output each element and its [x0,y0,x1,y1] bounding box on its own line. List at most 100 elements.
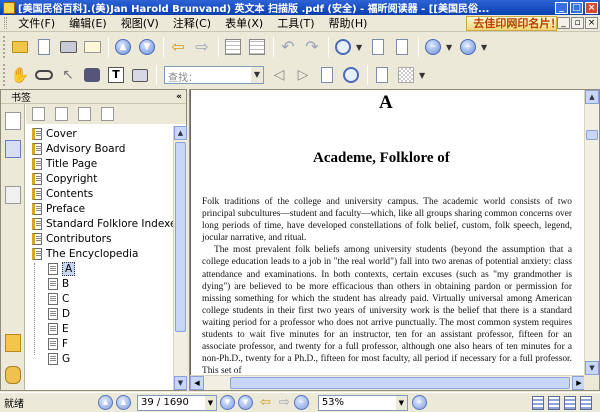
redo-button[interactable]: ↷ [301,36,323,58]
find-prev-button[interactable]: ◁ [268,64,290,86]
read-mode-button[interactable] [33,64,55,86]
next-page-nav-button[interactable]: ▼ [220,395,235,410]
back-nav-icon[interactable]: ⇦ [260,395,271,410]
bookmark-item[interactable]: C [26,291,174,306]
last-page-button[interactable]: ▼ [238,395,253,410]
search-button[interactable] [316,64,338,86]
bookmark-item[interactable]: Preface [26,201,174,216]
bookmark-item[interactable]: Title Page [26,156,174,171]
single-page-view-icon[interactable] [532,395,544,410]
zoom-dropdown-arrow[interactable]: ▼ [395,395,407,410]
menu-edit[interactable]: 编辑(E) [62,15,114,31]
maximize-button[interactable]: □ [570,1,583,14]
bookmark-item[interactable]: The Encyclopedia [26,246,174,261]
bookmark-item[interactable]: Cover [26,126,174,141]
advanced-search-button[interactable] [340,64,362,86]
fit-page-button[interactable] [367,36,389,58]
zoom-field[interactable]: 53% ▼ [317,394,408,411]
bookmark-item[interactable]: Contributors [26,231,174,246]
bookmark-item[interactable]: D [26,306,174,321]
zoom-out-status-button[interactable]: − [293,395,309,410]
zoom-in-status-button[interactable]: + [411,395,427,410]
page-number-field[interactable]: 39 / 1690 ▼ [137,394,217,411]
doc-minimize-button[interactable]: _ [557,17,570,29]
minimize-button[interactable]: _ [555,1,568,14]
find-dropdown-arrow[interactable]: ▼ [251,67,263,83]
doc-close-button[interactable]: × [585,17,598,29]
close-button[interactable]: × [585,1,598,14]
bookmark-item[interactable]: E [26,321,174,336]
bookmark-item[interactable]: F [26,336,174,351]
bookmark-item[interactable]: A [26,261,174,276]
fit-width-button[interactable] [391,36,413,58]
extract-button[interactable] [222,36,244,58]
facing-view-icon[interactable] [564,395,576,410]
hand-tool-button[interactable]: ✋ [9,64,31,86]
menu-file[interactable]: 文件(F) [11,15,62,31]
menu-help[interactable]: 帮助(H) [322,15,375,31]
background-dropdown-arrow[interactable]: ▼ [419,71,427,80]
menu-tools[interactable]: 工具(T) [270,15,321,31]
scroll-up-arrow[interactable]: ▲ [585,90,599,104]
prev-page-button[interactable]: ▲ [112,36,134,58]
snapshot-button[interactable] [129,64,151,86]
scroll-thumb[interactable] [586,130,598,140]
back-button[interactable]: ⇦ [167,36,189,58]
insert-button[interactable] [246,36,268,58]
prev-page-nav-button[interactable]: ▲ [116,395,131,410]
bookmark-scrollbar[interactable]: ▲ ▼ [173,126,187,390]
collapse-panel-icon[interactable]: « [176,92,182,102]
doc-restore-button[interactable]: ▫ [571,17,584,29]
continuous-facing-view-icon[interactable] [580,395,592,410]
bookmark-item[interactable]: Contents [26,186,174,201]
undo-button[interactable]: ↶ [277,36,299,58]
scroll-down-arrow[interactable]: ▼ [174,376,187,390]
layers-tab-icon[interactable] [5,186,21,204]
document-vscrollbar[interactable]: ▲ ▼ [584,90,599,375]
continuous-view-icon[interactable] [548,395,560,410]
email-button[interactable] [81,36,103,58]
open-button[interactable] [9,36,31,58]
menu-view[interactable]: 视图(V) [114,15,166,31]
scroll-thumb[interactable] [175,142,186,332]
layout-button[interactable] [371,64,393,86]
zoom-out-button[interactable]: − [422,36,444,58]
delete-bookmark-icon[interactable] [55,107,68,121]
select-tool-button[interactable]: ↖ [57,64,79,86]
document-hscrollbar[interactable]: ◀ ▶ [190,375,586,390]
bookmark-item[interactable]: Advisory Board [26,141,174,156]
add-bookmark-icon[interactable] [78,107,91,121]
bookmark-options-icon[interactable] [101,107,114,121]
save-button[interactable] [33,36,55,58]
zoom-tool-button[interactable] [332,36,354,58]
scroll-down-arrow[interactable]: ▼ [585,361,599,375]
scroll-left-arrow[interactable]: ◀ [190,376,204,390]
ad-banner[interactable]: 去佳印网印名片！ [466,15,557,31]
zoom-dropdown-arrow[interactable]: ▼ [356,43,364,52]
bookmark-item[interactable]: B [26,276,174,291]
expand-bookmark-icon[interactable] [32,107,45,121]
attachments-tab-icon[interactable] [5,366,21,384]
bookmark-item[interactable]: Copyright [26,171,174,186]
find-input[interactable]: 查找： ▼ [164,66,264,84]
find-tool-button[interactable] [81,64,103,86]
zoom-in-button[interactable]: + [457,36,479,58]
scroll-up-arrow[interactable]: ▲ [174,126,187,140]
background-button[interactable] [395,64,417,86]
next-page-button[interactable]: ▼ [136,36,158,58]
bookmark-item[interactable]: G [26,351,174,366]
text-select-button[interactable]: T [105,64,127,86]
zoom-out-dropdown-arrow[interactable]: ▼ [446,43,454,52]
menu-comment[interactable]: 注释(C) [166,15,218,31]
print-button[interactable] [57,36,79,58]
bookmark-item[interactable]: Standard Folklore Indexes a [26,216,174,231]
forward-button[interactable]: ⇨ [191,36,213,58]
bookmark-tab-icon[interactable] [5,112,21,130]
comments-tab-icon[interactable] [5,334,21,352]
scroll-thumb[interactable] [230,377,570,389]
zoom-in-dropdown-arrow[interactable]: ▼ [481,43,489,52]
forward-nav-icon[interactable]: ⇨ [279,395,290,410]
pages-tab-icon[interactable] [5,140,21,158]
find-next-button[interactable]: ▷ [292,64,314,86]
first-page-button[interactable]: ▲ [98,395,113,410]
